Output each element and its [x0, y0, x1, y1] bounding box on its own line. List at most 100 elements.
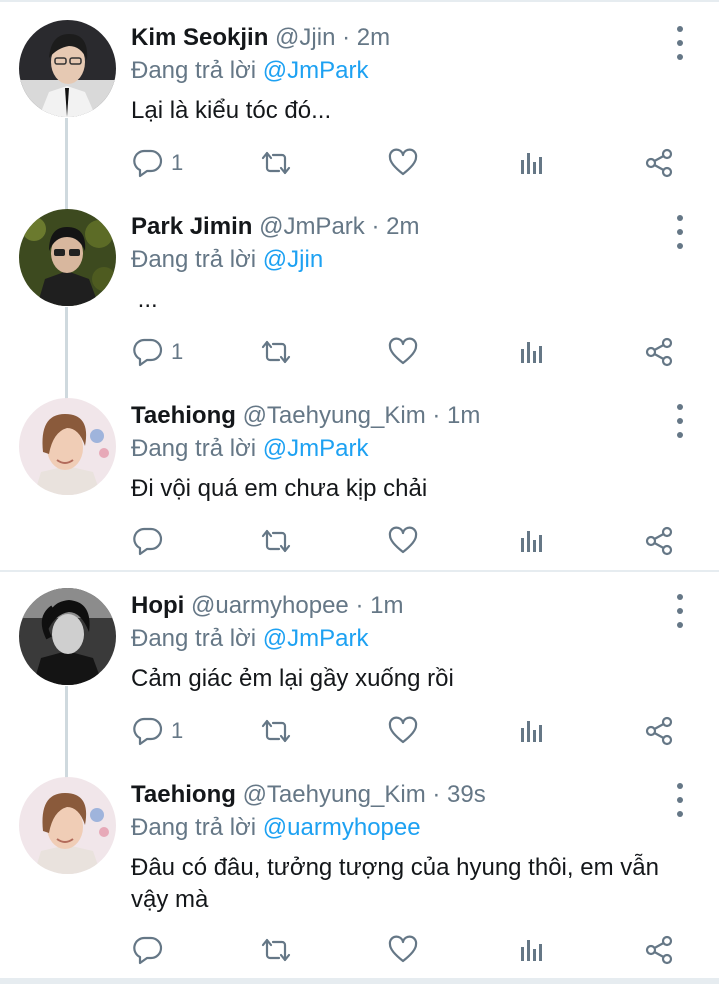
reply-button[interactable]: 1 [133, 711, 183, 751]
bottom-divider [0, 978, 719, 984]
analytics-icon [518, 935, 546, 965]
analytics-button[interactable] [518, 521, 546, 561]
tweet-actions: 1 [0, 143, 719, 183]
heart-icon [388, 935, 418, 965]
analytics-button[interactable] [518, 930, 546, 970]
user-handle[interactable]: @JmPark [259, 213, 365, 240]
replying-to: Đang trả lời @JmPark [131, 431, 369, 467]
share-button[interactable] [644, 143, 674, 183]
heart-icon [388, 526, 418, 556]
share-button[interactable] [644, 930, 674, 970]
share-icon [644, 526, 674, 556]
tweet-text: Đi vội quá em chưa kịp chải [131, 475, 428, 502]
replying-to-label: Đang trả lời [131, 814, 257, 841]
display-name[interactable]: Taehiong [131, 781, 236, 808]
avatar[interactable] [19, 398, 116, 495]
replying-to-label: Đang trả lời [131, 435, 257, 462]
tweet-header: Park Jimin @JmPark · 2m [131, 209, 419, 245]
avatar[interactable] [19, 209, 116, 306]
share-icon [644, 935, 674, 965]
tweet-text: Cảm giác ẻm lại gầy xuống rồi [131, 665, 454, 692]
tweet-text: Lại là kiểu tóc đó... [131, 97, 332, 124]
tweet-actions [0, 930, 719, 970]
retweet-button[interactable] [259, 332, 293, 372]
reply-button[interactable] [133, 521, 171, 561]
user-handle[interactable]: @Jjin [275, 24, 335, 51]
reply-button[interactable]: 1 [133, 332, 183, 372]
like-button[interactable] [388, 143, 418, 183]
more-vertical-icon[interactable] [668, 215, 692, 249]
tweet-header: Taehiong @Taehyung_Kim · 39s [131, 777, 486, 813]
display-name[interactable]: Park Jimin [131, 213, 252, 240]
timestamp[interactable]: · 2m [342, 24, 390, 51]
reply-icon [133, 716, 163, 746]
like-button[interactable] [388, 332, 418, 372]
timestamp[interactable]: · 1m [432, 402, 480, 429]
display-name[interactable]: Taehiong [131, 402, 236, 429]
reply-icon [133, 337, 163, 367]
display-name[interactable]: Hopi [131, 592, 184, 619]
share-button[interactable] [644, 332, 674, 372]
analytics-button[interactable] [518, 711, 546, 751]
replying-to: Đang trả lời @JmPark [131, 621, 369, 657]
like-button[interactable] [388, 930, 418, 970]
tweet-header: Taehiong @Taehyung_Kim · 1m [131, 398, 480, 434]
avatar[interactable] [19, 588, 116, 685]
tweet-actions: 1 [0, 332, 719, 372]
mention-link[interactable]: @JmPark [263, 57, 369, 84]
reply-icon [133, 935, 163, 965]
replying-to: Đang trả lời @uarmyhopee [131, 810, 421, 846]
heart-icon [388, 148, 418, 178]
replying-to-label: Đang trả lời [131, 246, 257, 273]
retweet-button[interactable] [259, 930, 293, 970]
timestamp[interactable]: · 1m [355, 592, 403, 619]
tweet-header: Kim Seokjin @Jjin · 2m [131, 20, 390, 56]
tweet-text: ... [131, 286, 158, 313]
tweet[interactable]: Taehiong @Taehyung_Kim · 1m Đang trả lời… [0, 398, 719, 568]
mention-link[interactable]: @JmPark [263, 435, 369, 462]
heart-icon [388, 716, 418, 746]
tweet[interactable]: Kim Seokjin @Jjin · 2m Đang trả lời @JmP… [0, 20, 719, 190]
more-vertical-icon[interactable] [668, 26, 692, 60]
timestamp[interactable]: · 39s [432, 781, 485, 808]
retweet-button[interactable] [259, 143, 293, 183]
avatar[interactable] [19, 777, 116, 874]
tweet[interactable]: Hopi @uarmyhopee · 1m Đang trả lời @JmPa… [0, 588, 719, 758]
reply-button[interactable]: 1 [133, 143, 183, 183]
like-button[interactable] [388, 711, 418, 751]
replying-to-label: Đang trả lời [131, 625, 257, 652]
share-icon [644, 337, 674, 367]
reply-icon [133, 526, 163, 556]
share-button[interactable] [644, 521, 674, 561]
share-button[interactable] [644, 711, 674, 751]
replying-to: Đang trả lời @JmPark [131, 53, 369, 89]
tweet[interactable]: Park Jimin @JmPark · 2m Đang trả lời @Jj… [0, 209, 719, 379]
timestamp[interactable]: · 2m [371, 213, 419, 240]
user-handle[interactable]: @Taehyung_Kim [243, 402, 426, 429]
mention-link[interactable]: @Jjin [263, 246, 323, 273]
reply-button[interactable] [133, 930, 171, 970]
avatar[interactable] [19, 20, 116, 117]
reply-count: 1 [171, 150, 184, 175]
retweet-button[interactable] [259, 521, 293, 561]
more-vertical-icon[interactable] [668, 404, 692, 438]
retweet-icon [259, 337, 293, 367]
user-handle[interactable]: @uarmyhopee [191, 592, 349, 619]
analytics-icon [518, 148, 546, 178]
more-vertical-icon[interactable] [668, 594, 692, 628]
more-vertical-icon[interactable] [668, 783, 692, 817]
user-handle[interactable]: @Taehyung_Kim [243, 781, 426, 808]
analytics-button[interactable] [518, 332, 546, 372]
tweet-header: Hopi @uarmyhopee · 1m [131, 588, 403, 624]
analytics-button[interactable] [518, 143, 546, 183]
replying-to-label: Đang trả lời [131, 57, 257, 84]
tweet-actions: 1 [0, 711, 719, 751]
mention-link[interactable]: @JmPark [263, 625, 369, 652]
tweet[interactable]: Taehiong @Taehyung_Kim · 39s Đang trả lờ… [0, 777, 719, 977]
analytics-icon [518, 526, 546, 556]
mention-link[interactable]: @uarmyhopee [263, 814, 421, 841]
like-button[interactable] [388, 521, 418, 561]
retweet-button[interactable] [259, 711, 293, 751]
display-name[interactable]: Kim Seokjin [131, 24, 268, 51]
tweet-text: Đâu có đâu, tưởng tượng của hyung thôi, … [131, 854, 659, 913]
